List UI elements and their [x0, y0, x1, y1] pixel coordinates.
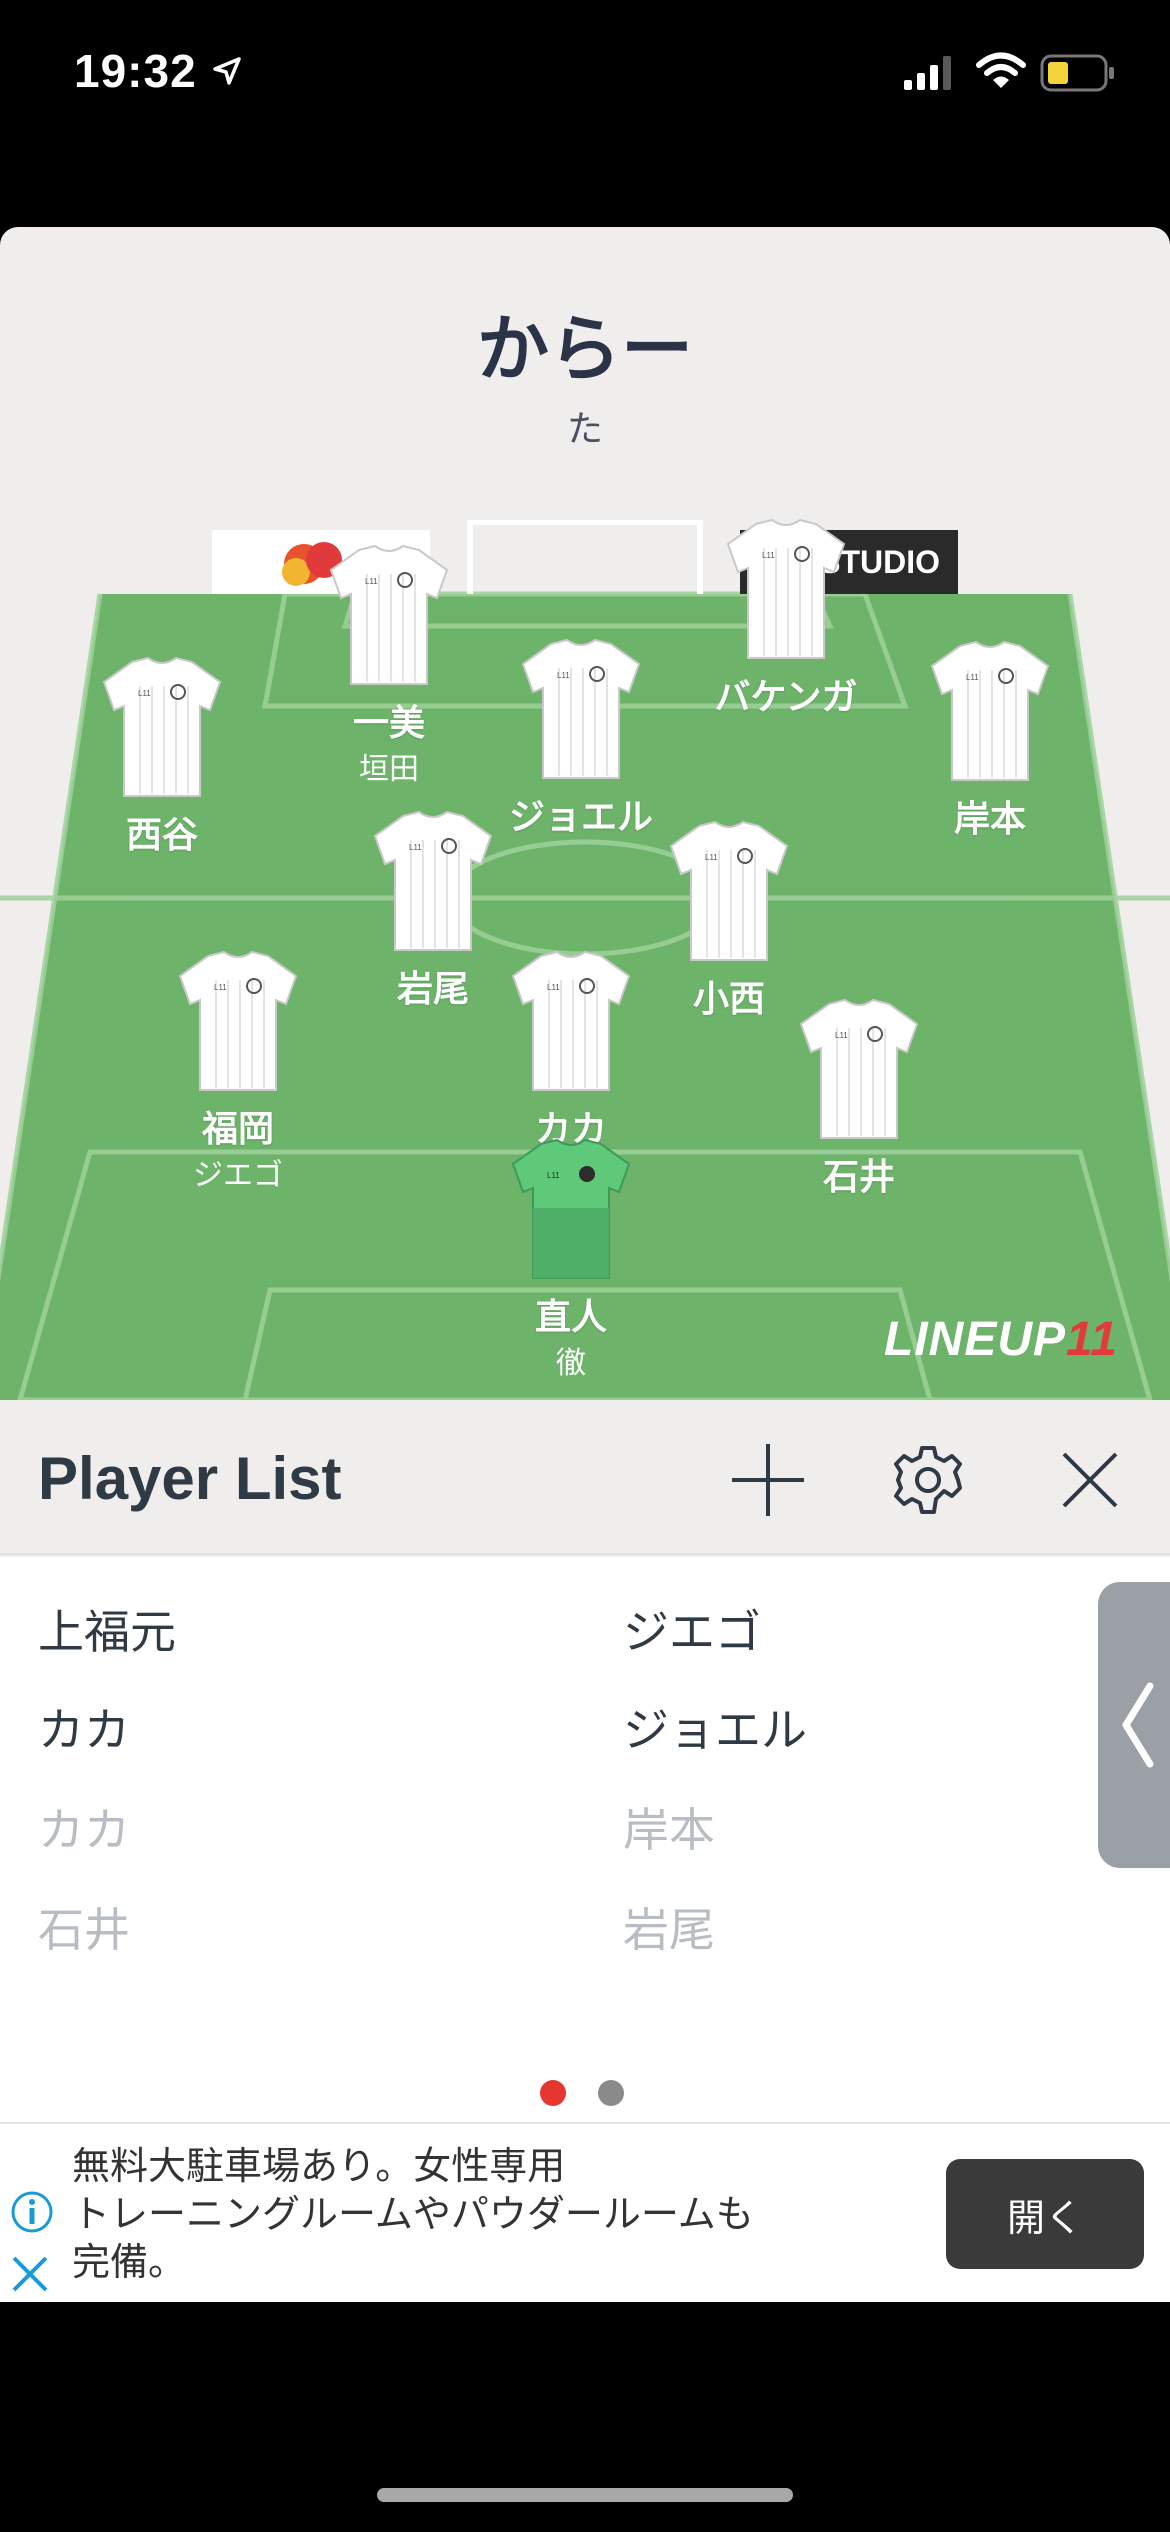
jersey-icon: L11 [799, 998, 919, 1139]
gear-icon [894, 1446, 962, 1514]
player-sub-name: 徹 [556, 1346, 586, 1381]
jersey-icon: L11 [669, 820, 789, 961]
ad-text-line: 完備。 [72, 2240, 187, 2284]
ad-open-button[interactable]: 開く [946, 2159, 1144, 2269]
player-list-header: Player List [0, 1400, 1170, 1555]
svg-text:L11: L11 [214, 983, 227, 992]
player-slot[interactable]: L11 福岡 ジエゴ [158, 950, 318, 1194]
plus-icon [732, 1444, 804, 1516]
player-slot[interactable]: L11 岩尾 [353, 810, 513, 1010]
status-bar: 19:32 [0, 0, 1170, 145]
player-name: バケンガ [714, 677, 858, 718]
goalkeeper-jersey-icon: L11 [511, 1138, 631, 1279]
player-sub-name: ジエゴ [193, 1158, 283, 1193]
svg-text:L11: L11 [547, 1171, 560, 1180]
team-subtitle[interactable]: た [0, 400, 1170, 452]
page-dot-active[interactable] [540, 2080, 566, 2106]
player-name: ジョエル [508, 797, 653, 838]
player-name: 岸本 [953, 799, 1026, 840]
list-item[interactable]: ジエゴ [623, 1596, 761, 1662]
player-slot[interactable]: L11 一美 垣田 [309, 544, 469, 788]
player-name: 直人 [534, 1297, 607, 1338]
ad-text-line: 無料大駐車場あり。女性専用 [72, 2144, 566, 2188]
cellular-signal-icon [904, 54, 956, 94]
info-icon[interactable] [10, 2190, 54, 2238]
player-slot[interactable]: L11 岸本 [910, 640, 1070, 840]
jersey-icon: L11 [521, 638, 641, 779]
player-slot[interactable]: L11 カカ [491, 950, 651, 1150]
player-list-title: Player List [38, 1445, 342, 1512]
status-time: 19:32 [74, 45, 197, 97]
player-slot[interactable]: L11 小西 [649, 820, 809, 1020]
ad-text-line: トレーニングルームやパウダールームも [72, 2192, 754, 2236]
svg-text:L11: L11 [705, 853, 718, 862]
jersey-icon: L11 [373, 810, 493, 951]
settings-button[interactable] [886, 1438, 970, 1522]
add-player-button[interactable] [726, 1438, 810, 1522]
player-name: 岩尾 [396, 969, 469, 1010]
svg-text:L11: L11 [835, 1031, 848, 1040]
list-item[interactable]: カカ [38, 1794, 130, 1860]
battery-low-icon [1040, 54, 1116, 96]
list-item[interactable]: 石井 [38, 1894, 130, 1960]
svg-text:L11: L11 [365, 577, 378, 586]
jersey-icon: L11 [511, 950, 631, 1091]
logo-number: 11 [1066, 1313, 1118, 1366]
svg-text:L11: L11 [762, 551, 775, 560]
side-drawer-tab[interactable] [1098, 1582, 1170, 1868]
close-icon[interactable] [10, 2254, 50, 2298]
logo-text: LINEUP [884, 1313, 1067, 1366]
player-sub-name: 垣田 [359, 752, 419, 787]
player-slot[interactable]: L11 西谷 [82, 656, 242, 856]
list-item[interactable]: 岩尾 [623, 1894, 715, 1960]
svg-text:L11: L11 [966, 673, 979, 682]
wifi-icon [976, 52, 1026, 94]
player-name: 石井 [822, 1157, 895, 1198]
player-name: 西谷 [125, 815, 198, 856]
player-slot[interactable]: L11 石井 [779, 998, 939, 1198]
ad-banner: 無料大駐車場あり。女性専用 トレーニングルームやパウダールームも 完備。 開く [0, 2122, 1170, 2302]
location-arrow-icon [212, 56, 242, 90]
goalkeeper-slot[interactable]: L11 直人 徹 [491, 1138, 651, 1382]
close-button[interactable] [1048, 1438, 1132, 1522]
list-item[interactable]: カカ [38, 1694, 130, 1760]
jersey-icon: L11 [178, 950, 298, 1091]
list-item[interactable]: ジョエル [623, 1694, 807, 1760]
chevron-left-icon [1122, 1682, 1154, 1768]
page-dot[interactable] [598, 2080, 624, 2106]
jersey-icon: L11 [329, 544, 449, 685]
list-item[interactable]: 岸本 [623, 1794, 715, 1860]
home-indicator[interactable] [377, 2488, 793, 2502]
list-item[interactable]: 上福元 [38, 1596, 176, 1662]
ad-text: 無料大駐車場あり。女性専用 トレーニングルームやパウダールームも 完備。 [72, 2142, 912, 2286]
svg-text:L11: L11 [138, 689, 151, 698]
close-icon [1062, 1452, 1118, 1508]
lineup11-logo: LINEUP11 [884, 1312, 1118, 1367]
player-slot[interactable]: L11 ジョエル [501, 638, 661, 838]
svg-text:L11: L11 [547, 983, 560, 992]
player-name: 一美 [352, 703, 425, 744]
jersey-icon: L11 [930, 640, 1050, 781]
svg-text:L11: L11 [409, 843, 422, 852]
player-name: 福岡 [201, 1109, 274, 1150]
jersey-icon: L11 [726, 518, 846, 659]
player-slot[interactable]: L11 バケンガ [706, 518, 866, 718]
svg-text:L11: L11 [557, 671, 570, 680]
jersey-icon: L11 [102, 656, 222, 797]
team-name[interactable]: からー [0, 290, 1170, 395]
